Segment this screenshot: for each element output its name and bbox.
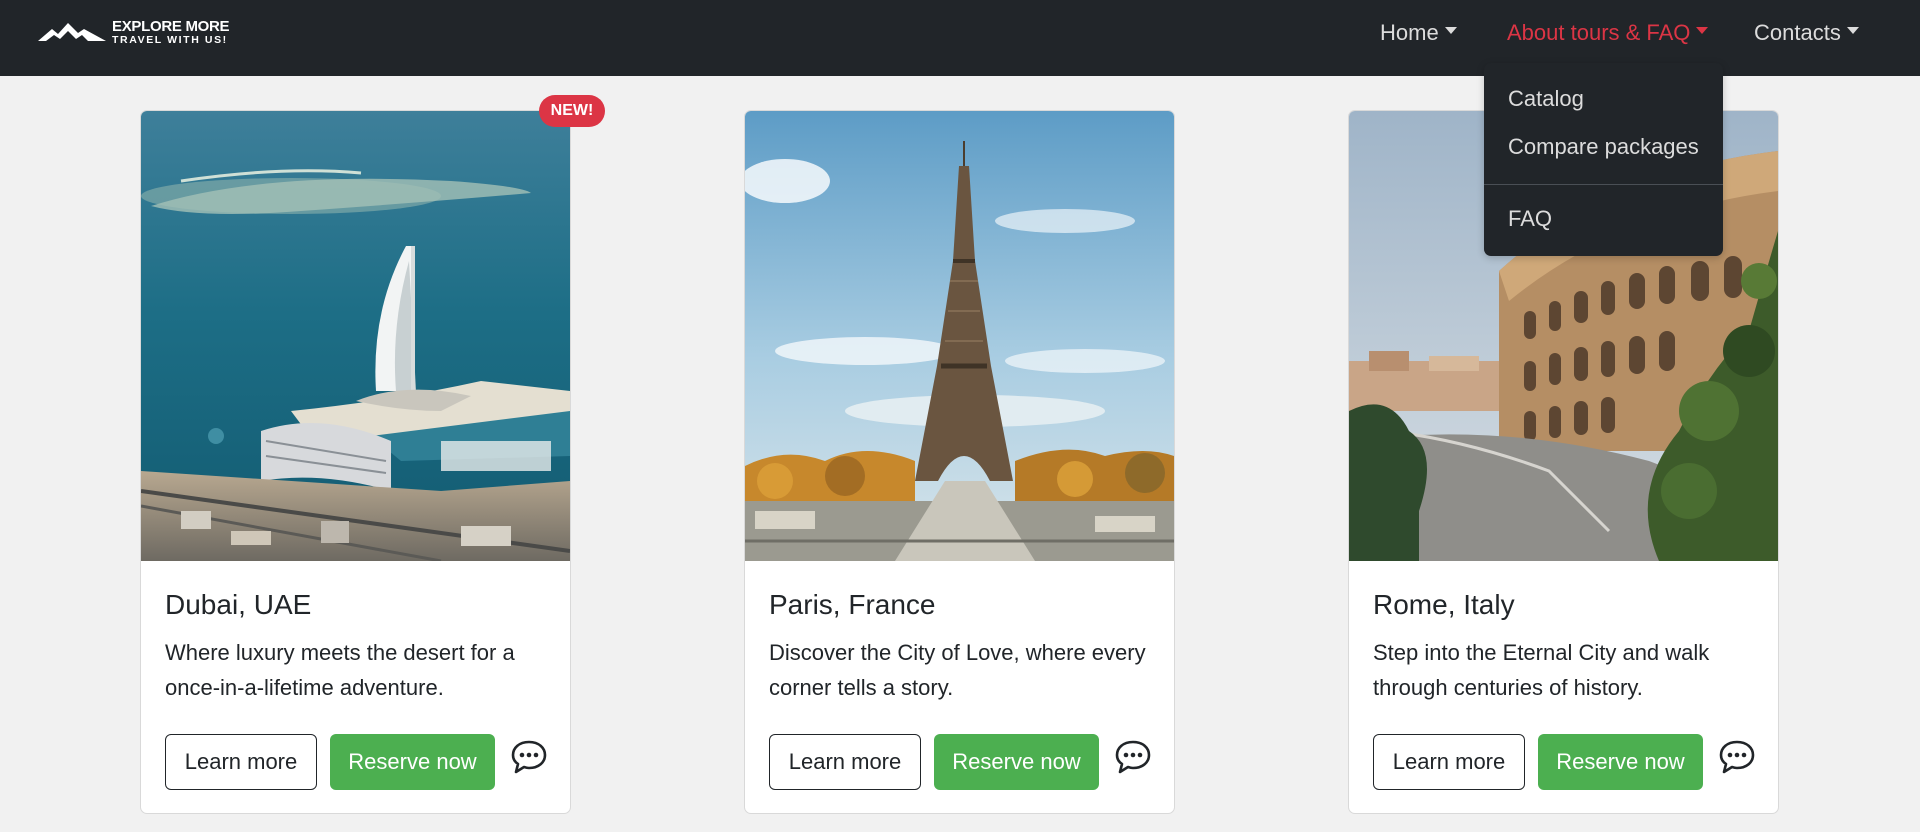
dropdown-item-faq[interactable]: FAQ — [1508, 206, 1552, 232]
card-description: Where luxury meets the desert for a once… — [165, 640, 515, 700]
nav-home-label: Home — [1380, 20, 1439, 45]
nav-about-label: About tours & FAQ — [1507, 20, 1691, 45]
card-title: Dubai, UAE — [165, 589, 312, 620]
reserve-now-button[interactable]: Reserve now — [1538, 734, 1703, 790]
tour-card-dubai: NEW! Dubai, UAE Where luxury meets the d… — [140, 95, 605, 814]
chat-bubble-icon[interactable] — [1114, 739, 1152, 775]
learn-more-button[interactable]: Learn more — [165, 734, 317, 790]
chat-bubble-icon[interactable] — [1718, 739, 1756, 775]
chat-bubble-icon[interactable] — [510, 739, 548, 775]
paris-eiffel-tower-photo[interactable] — [745, 111, 1174, 561]
card-title: Rome, Italy — [1373, 589, 1515, 620]
learn-more-button[interactable]: Learn more — [1373, 734, 1525, 790]
dropdown-item-catalog[interactable]: Catalog — [1508, 86, 1584, 112]
card-description: Discover the City of Love, where every c… — [769, 640, 1146, 700]
card-title: Paris, France — [769, 589, 936, 620]
caret-down-icon — [1846, 26, 1859, 34]
nav-contacts-dropdown[interactable]: Contacts — [1754, 20, 1859, 46]
new-badge: NEW! — [539, 95, 605, 127]
dubai-burj-al-arab-photo[interactable] — [141, 111, 570, 561]
reserve-now-button[interactable]: Reserve now — [330, 734, 495, 790]
nav-about-dropdown[interactable]: About tours & FAQ — [1507, 20, 1709, 46]
tour-card-paris: Paris, France Discover the City of Love,… — [744, 110, 1175, 814]
caret-down-icon — [1696, 26, 1709, 34]
brand-tagline: TRAVEL WITH US! — [112, 33, 228, 46]
brand-logo[interactable]: EXPLORE MORE TRAVEL WITH US! — [38, 16, 230, 48]
about-tours-dropdown-menu: Catalog Compare packages FAQ — [1484, 63, 1723, 256]
nav-home-dropdown[interactable]: Home — [1380, 20, 1457, 46]
nav-contacts-label: Contacts — [1754, 20, 1841, 45]
mountains-icon — [38, 23, 106, 41]
card-description: Step into the Eternal City and walk thro… — [1373, 640, 1710, 700]
dropdown-divider — [1484, 184, 1723, 185]
dropdown-item-compare-packages[interactable]: Compare packages — [1508, 134, 1699, 160]
reserve-now-button[interactable]: Reserve now — [934, 734, 1099, 790]
learn-more-button[interactable]: Learn more — [769, 734, 921, 790]
brand-title: EXPLORE MORE — [112, 17, 230, 35]
caret-down-icon — [1444, 26, 1457, 34]
